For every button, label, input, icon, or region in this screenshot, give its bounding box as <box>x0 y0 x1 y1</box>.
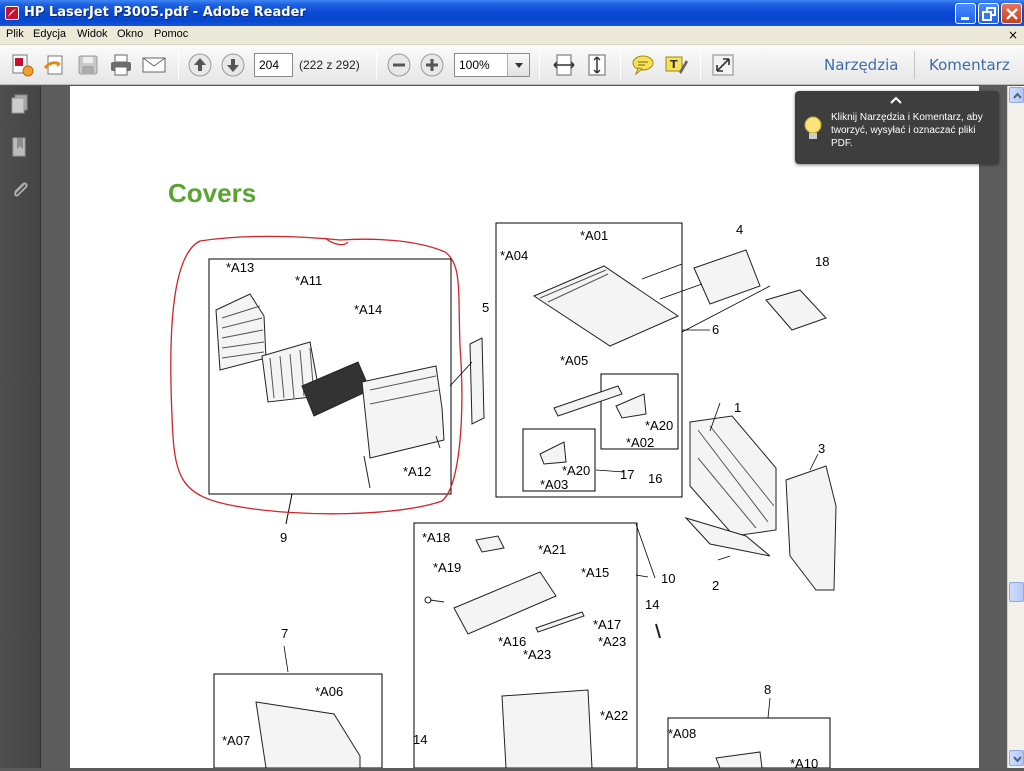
callout-a05: *A05 <box>560 353 588 368</box>
toolbar-separator <box>620 51 621 79</box>
chevron-up-icon[interactable] <box>889 95 903 108</box>
callout-7: 7 <box>281 626 288 641</box>
callout-5: 5 <box>482 300 489 315</box>
menu-pomoc[interactable]: Pomoc <box>154 28 188 40</box>
lightbulb-icon <box>803 115 823 146</box>
callout-a22: *A22 <box>600 708 628 723</box>
close-document-icon[interactable]: × <box>1008 28 1018 42</box>
callout-10: 10 <box>661 571 675 586</box>
close-button[interactable] <box>1001 3 1022 24</box>
menu-okno[interactable]: Okno <box>117 28 143 40</box>
callout-a20-lower: *A20 <box>562 463 590 478</box>
menu-edycja[interactable]: Edycja <box>33 28 66 40</box>
callout-16: 16 <box>648 471 662 486</box>
callout-14-upper: 14 <box>645 597 659 612</box>
callout-a21: *A21 <box>538 542 566 557</box>
scroll-up-button[interactable] <box>1009 87 1024 103</box>
print-icon[interactable] <box>108 52 134 78</box>
toolbar-separator <box>914 51 915 79</box>
restore-button[interactable] <box>978 3 999 24</box>
svg-text:T: T <box>670 58 678 71</box>
callout-a02: *A02 <box>626 435 654 450</box>
title-bar[interactable]: HP LaserJet P3005.pdf - Adobe Reader <box>0 0 1024 26</box>
callout-a04: *A04 <box>500 248 528 263</box>
save-icon[interactable] <box>75 52 101 78</box>
callout-a19: *A19 <box>433 560 461 575</box>
toolbar-separator <box>539 51 540 79</box>
scrollbar-thumb[interactable] <box>1009 582 1024 602</box>
attachments-icon[interactable] <box>8 178 32 202</box>
callout-a08: *A08 <box>668 726 696 741</box>
zoom-value: 100% <box>459 58 490 72</box>
full-screen-icon[interactable] <box>710 52 736 78</box>
document-view[interactable]: Covers *A13 *A11 *A14 *A12 9 5 *A01 *A04… <box>41 86 1007 768</box>
share-icon[interactable] <box>42 52 68 78</box>
callout-a01: *A01 <box>580 228 608 243</box>
callout-2: 2 <box>712 578 719 593</box>
callout-a12: *A12 <box>403 464 431 479</box>
callout-a17: *A17 <box>593 617 621 632</box>
email-icon[interactable] <box>141 52 167 78</box>
callout-a20-upper: *A20 <box>645 418 673 433</box>
minimize-button[interactable] <box>955 3 976 24</box>
menu-plik[interactable]: Plik <box>6 28 24 40</box>
group-6-box <box>495 222 683 498</box>
toolbar: 204 (222 z 292) 100% T Narzędzia Komenta… <box>0 45 1024 85</box>
callout-a03: *A03 <box>540 477 568 492</box>
callout-a07: *A07 <box>222 733 250 748</box>
pdf-page: Covers *A13 *A11 *A14 *A12 9 5 *A01 *A04… <box>70 86 979 768</box>
zoom-select[interactable]: 100% <box>454 53 530 77</box>
callout-a14: *A14 <box>354 302 382 317</box>
navigation-pane <box>0 86 41 768</box>
toolbar-separator <box>700 51 701 79</box>
parts-diagram: *A13 *A11 *A14 *A12 9 5 *A01 *A04 *A05 *… <box>170 222 837 768</box>
window-title: HP LaserJet P3005.pdf - Adobe Reader <box>24 5 306 20</box>
callout-9: 9 <box>280 530 287 545</box>
callout-a23-right: *A23 <box>598 634 626 649</box>
highlight-text-icon[interactable]: T <box>663 52 689 78</box>
callout-a18: *A18 <box>422 530 450 545</box>
scroll-down-button[interactable] <box>1009 750 1024 766</box>
callout-a15: *A15 <box>581 565 609 580</box>
toolbar-separator <box>376 51 377 79</box>
fit-width-icon[interactable] <box>551 52 577 78</box>
callout-1: 1 <box>734 400 741 415</box>
menu-bar: Plik Edycja Widok Okno Pomoc × <box>0 26 1024 45</box>
callout-8: 8 <box>764 682 771 697</box>
chevron-down-icon[interactable] <box>507 54 529 76</box>
callout-a16: *A16 <box>498 634 526 649</box>
zoom-out-icon[interactable] <box>386 52 412 78</box>
comment-pane-link[interactable]: Komentarz <box>929 56 1010 74</box>
callout-a11: *A11 <box>295 273 322 288</box>
tools-pane-link[interactable]: Narzędzia <box>824 56 898 74</box>
callout-a23-left: *A23 <box>523 647 551 662</box>
callout-6: 6 <box>712 322 719 337</box>
callout-a13: *A13 <box>226 260 254 275</box>
create-pdf-icon[interactable] <box>9 52 35 78</box>
page-thumbnails-icon[interactable] <box>8 92 32 116</box>
fit-page-icon[interactable] <box>584 52 610 78</box>
callout-a06: *A06 <box>315 684 343 699</box>
adobe-reader-window: HP LaserJet P3005.pdf - Adobe Reader Pli… <box>0 0 1024 768</box>
callout-17: 17 <box>620 467 634 482</box>
vertical-scrollbar[interactable] <box>1007 86 1024 768</box>
previous-page-icon[interactable] <box>187 52 213 78</box>
sticky-note-icon[interactable] <box>630 52 656 78</box>
callout-14-lower: 14 <box>413 732 427 747</box>
next-page-icon[interactable] <box>220 52 246 78</box>
tools-tooltip: Kliknij Narzędzia i Komentarz, aby tworz… <box>795 91 999 164</box>
toolbar-separator <box>178 51 179 79</box>
page-number-input[interactable]: 204 <box>254 53 293 77</box>
menu-widok[interactable]: Widok <box>77 28 108 40</box>
callout-3: 3 <box>818 441 825 456</box>
callout-4: 4 <box>736 222 743 237</box>
tooltip-text: Kliknij Narzędzia i Komentarz, aby tworz… <box>831 112 983 149</box>
adobe-reader-icon <box>4 5 20 21</box>
callout-a10: *A10 <box>790 756 818 768</box>
callout-18: 18 <box>815 254 829 269</box>
page-count: (222 z 292) <box>299 58 360 72</box>
bookmarks-icon[interactable] <box>8 135 32 159</box>
zoom-in-icon[interactable] <box>419 52 445 78</box>
